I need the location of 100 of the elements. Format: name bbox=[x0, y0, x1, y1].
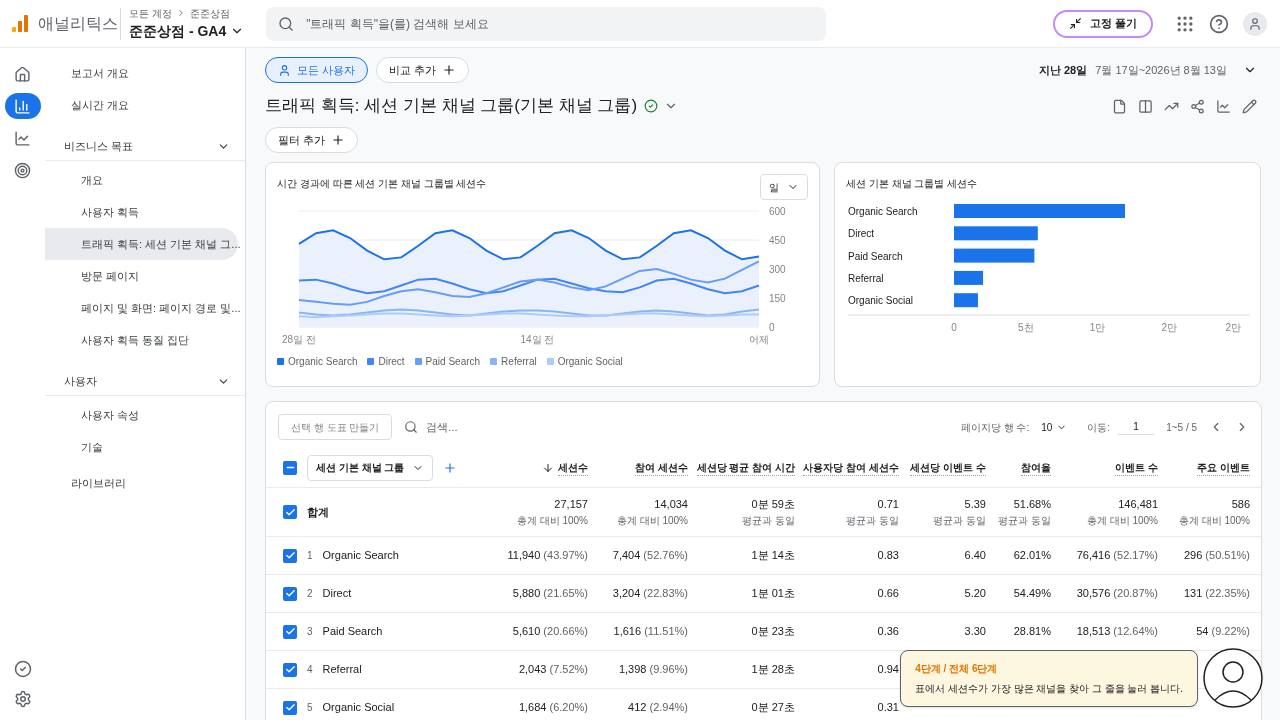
table-cell-text: 0.66 bbox=[877, 586, 899, 602]
check-icon bbox=[284, 506, 296, 518]
nav-item[interactable]: 개요 bbox=[45, 164, 238, 196]
column-header[interactable]: 세션당 평균 참여 시간 bbox=[696, 459, 795, 476]
table-cell-text: 5.39 bbox=[964, 497, 986, 513]
guide-text: 표에서 세션수가 가장 많은 채널을 찾아 그 줄을 눌러 봅니다. bbox=[915, 681, 1183, 696]
search-icon bbox=[404, 420, 419, 434]
table-cell-text: 3,204 (22.83%) bbox=[612, 586, 688, 602]
table-cell-text: 0.36 bbox=[877, 624, 899, 640]
table-cell-text: 0.83 bbox=[877, 548, 899, 564]
table-cell-text: 0분 59초 bbox=[751, 497, 795, 513]
y-tick-label: 450 bbox=[769, 235, 786, 246]
segment-chip[interactable]: 모든 사용자 bbox=[265, 57, 369, 83]
column-header[interactable]: 참여 세션수 bbox=[635, 459, 688, 476]
check-icon bbox=[284, 550, 296, 561]
nav-item[interactable]: 방문 페이지 bbox=[45, 260, 238, 292]
column-header[interactable]: 주요 이벤트 bbox=[1197, 459, 1250, 476]
check-circle-icon bbox=[644, 99, 659, 113]
nav-item[interactable]: 실시간 개요 bbox=[45, 89, 238, 121]
nav-item[interactable]: 트래픽 획득: 세션 기본 채널 그... bbox=[45, 228, 238, 260]
granularity-dropdown[interactable]: 일 bbox=[760, 174, 808, 200]
checkbox[interactable] bbox=[283, 624, 297, 639]
share-icon[interactable] bbox=[1190, 98, 1205, 114]
search-icon bbox=[278, 15, 295, 32]
check-circle-icon[interactable] bbox=[13, 660, 32, 678]
document-icon[interactable] bbox=[1112, 98, 1127, 114]
column-header[interactable]: 참여율 bbox=[1021, 459, 1051, 476]
column-header[interactable]: 사용자당 참여 세션수 bbox=[803, 459, 899, 476]
nav-item[interactable]: 사용자 획득 동질 집단 bbox=[45, 324, 238, 356]
table-cell-text: 2,043 (7.52%) bbox=[518, 662, 588, 678]
legend-label: Organic Social bbox=[557, 355, 623, 369]
account-avatar[interactable] bbox=[1243, 11, 1267, 36]
report-title: 트래픽 획득: 세션 기본 채널 그룹(기본 채널 그룹) bbox=[265, 95, 638, 118]
breadcrumb-link[interactable]: 모든 계정 bbox=[129, 5, 172, 21]
cell-note: 총계 대비 100% bbox=[616, 513, 688, 528]
property-selector[interactable]: 준준상점 - GA4 bbox=[129, 20, 245, 42]
cell-note: 평균과 동일 bbox=[742, 513, 795, 528]
row-number: 1 bbox=[307, 549, 313, 563]
filter-button[interactable]: 필터 추가 bbox=[265, 127, 359, 153]
bar-chart-icon[interactable] bbox=[4, 93, 41, 119]
table-cell-text: 1,398 (9.96%) bbox=[618, 662, 688, 678]
column-header[interactable]: 이벤트 수 bbox=[1115, 459, 1158, 476]
nav-section-header[interactable]: 비즈니스 목표 bbox=[45, 133, 245, 161]
cell-note: 평균과 동일 bbox=[933, 513, 986, 528]
table-cell-text: 51.68% bbox=[1013, 497, 1051, 513]
table-cell-text: 1,684 (6.20%) bbox=[518, 700, 588, 716]
edit-icon[interactable] bbox=[1242, 98, 1257, 114]
table-cell-text: 1분 01초 bbox=[751, 586, 795, 602]
nav-item[interactable]: 사용자 속성 bbox=[45, 399, 238, 431]
rows-per-page-select[interactable]: 10 bbox=[1041, 419, 1068, 435]
table-cell-text: Organic Search bbox=[322, 548, 399, 564]
search-bar[interactable]: "트래픽 획득"을(를) 검색해 보세요 bbox=[266, 6, 827, 41]
chart-rows-button[interactable]: 선택 행 도표 만들기 bbox=[278, 414, 393, 440]
help-icon[interactable] bbox=[1209, 13, 1229, 34]
sort-arrow-icon[interactable] bbox=[542, 461, 554, 474]
row-number: 3 bbox=[307, 625, 313, 639]
unpin-button[interactable]: 고정 풀기 bbox=[1052, 9, 1153, 38]
x-tick-label: 0 bbox=[951, 322, 957, 333]
search-field[interactable]: "트래픽 획득"을(를) 검색해 보세요 bbox=[306, 14, 815, 33]
goto-field[interactable]: 1 bbox=[1118, 419, 1155, 435]
table-cell-text: 0분 27초 bbox=[751, 700, 795, 716]
legend-label: Referral bbox=[501, 355, 537, 369]
table-cell-text: 18,513 (12.64%) bbox=[1076, 624, 1158, 640]
product-name: 애널리틱스 bbox=[38, 13, 118, 34]
compare-button[interactable]: 비교 추가 bbox=[376, 57, 470, 83]
checkbox[interactable] bbox=[283, 548, 297, 563]
breadcrumb-link[interactable]: 준준상점 bbox=[189, 5, 230, 21]
nav-item[interactable]: 라이브러리 bbox=[45, 467, 238, 499]
nav-item[interactable]: 보고서 개요 bbox=[45, 57, 238, 89]
cell-note: 총계 대비 100% bbox=[516, 513, 588, 528]
x-tick-label: 어제 bbox=[749, 334, 769, 345]
rows-per-page-label: 페이지당 행 수: bbox=[960, 420, 1030, 435]
settings-icon[interactable] bbox=[13, 690, 32, 708]
table-cell-text: 296 (50.51%) bbox=[1183, 548, 1250, 564]
columns-icon[interactable] bbox=[1138, 98, 1153, 114]
column-header[interactable]: 세션수 bbox=[558, 459, 588, 476]
table-cell-text: 11,940 (43.97%) bbox=[507, 548, 588, 564]
checkbox[interactable] bbox=[283, 505, 297, 519]
nav-item[interactable]: 기술 bbox=[45, 431, 238, 463]
checkbox[interactable] bbox=[283, 586, 297, 601]
checkbox[interactable] bbox=[283, 460, 297, 475]
bar-label: Organic Search bbox=[848, 206, 918, 217]
table-cell-text: 76,416 (52.17%) bbox=[1076, 548, 1158, 564]
line-chart-icon[interactable] bbox=[1216, 98, 1231, 114]
table-search-field[interactable]: 검색... bbox=[426, 418, 507, 436]
nav-section-header[interactable]: 사용자 bbox=[45, 368, 245, 396]
goto-label: 이동: bbox=[1087, 420, 1111, 435]
legend-label: Direct bbox=[378, 355, 405, 369]
checkbox[interactable] bbox=[283, 700, 297, 715]
cell-note: 총계 대비 100% bbox=[1178, 513, 1250, 528]
table-cell-text: 합계 bbox=[307, 504, 329, 520]
table-cell-text: 5.20 bbox=[964, 586, 986, 602]
table-cell-text: 0.31 bbox=[877, 700, 899, 716]
dimension-dropdown[interactable]: 세션 기본 채널 그룹 bbox=[307, 454, 434, 481]
nav-item[interactable]: 페이지 및 화면: 페이지 경로 및... bbox=[45, 292, 238, 324]
guide-step: 4단계 / 전체 6단계 bbox=[915, 660, 1183, 676]
checkbox[interactable] bbox=[283, 662, 297, 677]
table-cell-text: 28.81% bbox=[1013, 624, 1051, 640]
nav-item[interactable]: 사용자 획득 bbox=[45, 196, 238, 228]
column-header[interactable]: 세션당 이벤트 수 bbox=[910, 459, 986, 476]
